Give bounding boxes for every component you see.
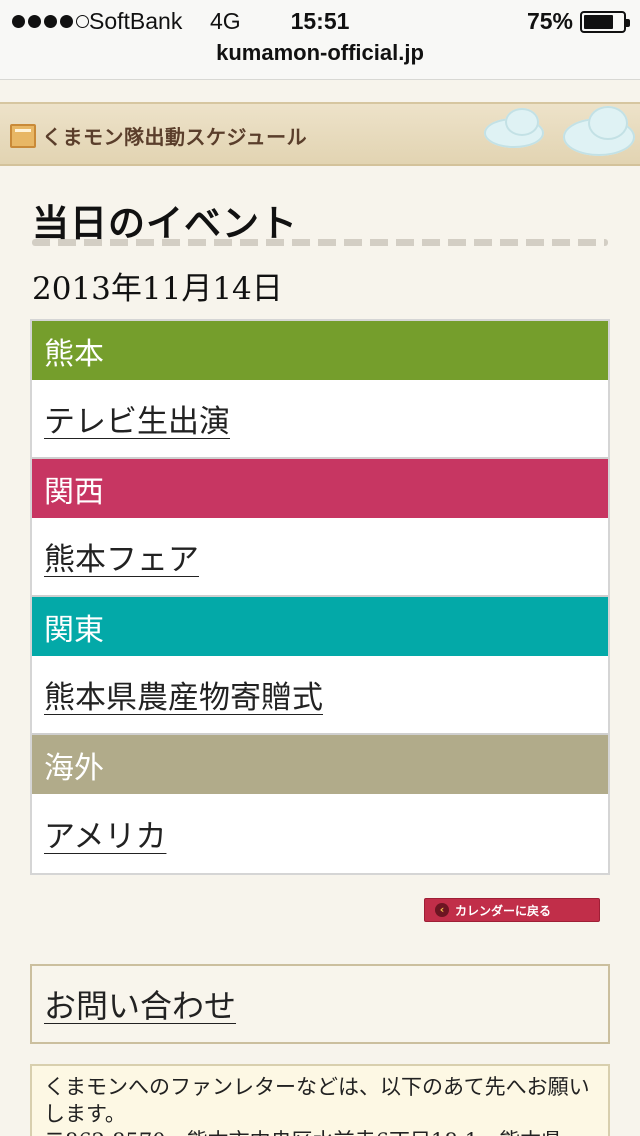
- contact-section: お問い合わせ: [30, 964, 610, 1044]
- region-header-kumamoto: 熊本: [32, 321, 608, 380]
- event-row: アメリカ: [32, 794, 608, 873]
- event-link[interactable]: アメリカ: [44, 811, 166, 856]
- event-row: テレビ生出演: [32, 380, 608, 459]
- back-to-calendar-button[interactable]: ‹ カレンダーに戻る: [424, 898, 600, 922]
- back-button-label: カレンダーに戻る: [455, 903, 552, 918]
- status-bar: SoftBank 4G 15:51 75% kumamon-official.j…: [0, 0, 640, 80]
- calendar-icon: [10, 124, 36, 148]
- event-link[interactable]: 熊本フェア: [44, 534, 199, 579]
- divider: [32, 239, 608, 246]
- contact-info: くまモンへのファンレターなどは、以下のあて先へお願いします。 〒862-8570…: [30, 1064, 610, 1136]
- cloud-icon: [588, 106, 628, 140]
- contact-address: 〒862-8570 熊本市中央区水前寺6丁目18-1 熊本県: [44, 1128, 596, 1136]
- contact-title[interactable]: お問い合わせ: [44, 981, 236, 1027]
- event-link[interactable]: テレビ生出演: [44, 396, 230, 441]
- chevron-left-icon: ‹: [435, 903, 449, 917]
- event-row: 熊本フェア: [32, 518, 608, 597]
- region-header-kansai: 関西: [32, 459, 608, 518]
- event-list: 熊本 テレビ生出演 関西 熊本フェア 関東 熊本県農産物寄贈式 海外 アメリカ: [30, 319, 610, 875]
- battery-icon: [580, 11, 630, 33]
- event-date: 2013年11月14日: [32, 271, 283, 307]
- cloud-icon: [505, 108, 539, 136]
- battery-percent: 75%: [526, 8, 573, 34]
- schedule-banner: くまモン隊出動スケジュール: [0, 102, 640, 166]
- banner-title: くまモン隊出動スケジュール: [42, 125, 308, 149]
- region-header-kanto: 関東: [32, 597, 608, 656]
- address-bar[interactable]: kumamon-official.jp: [0, 40, 640, 66]
- region-header-overseas: 海外: [32, 735, 608, 794]
- event-link[interactable]: 熊本県農産物寄贈式: [44, 672, 323, 717]
- event-row: 熊本県農産物寄贈式: [32, 656, 608, 735]
- contact-text: くまモンへのファンレターなどは、以下のあて先へお願いします。: [44, 1075, 590, 1126]
